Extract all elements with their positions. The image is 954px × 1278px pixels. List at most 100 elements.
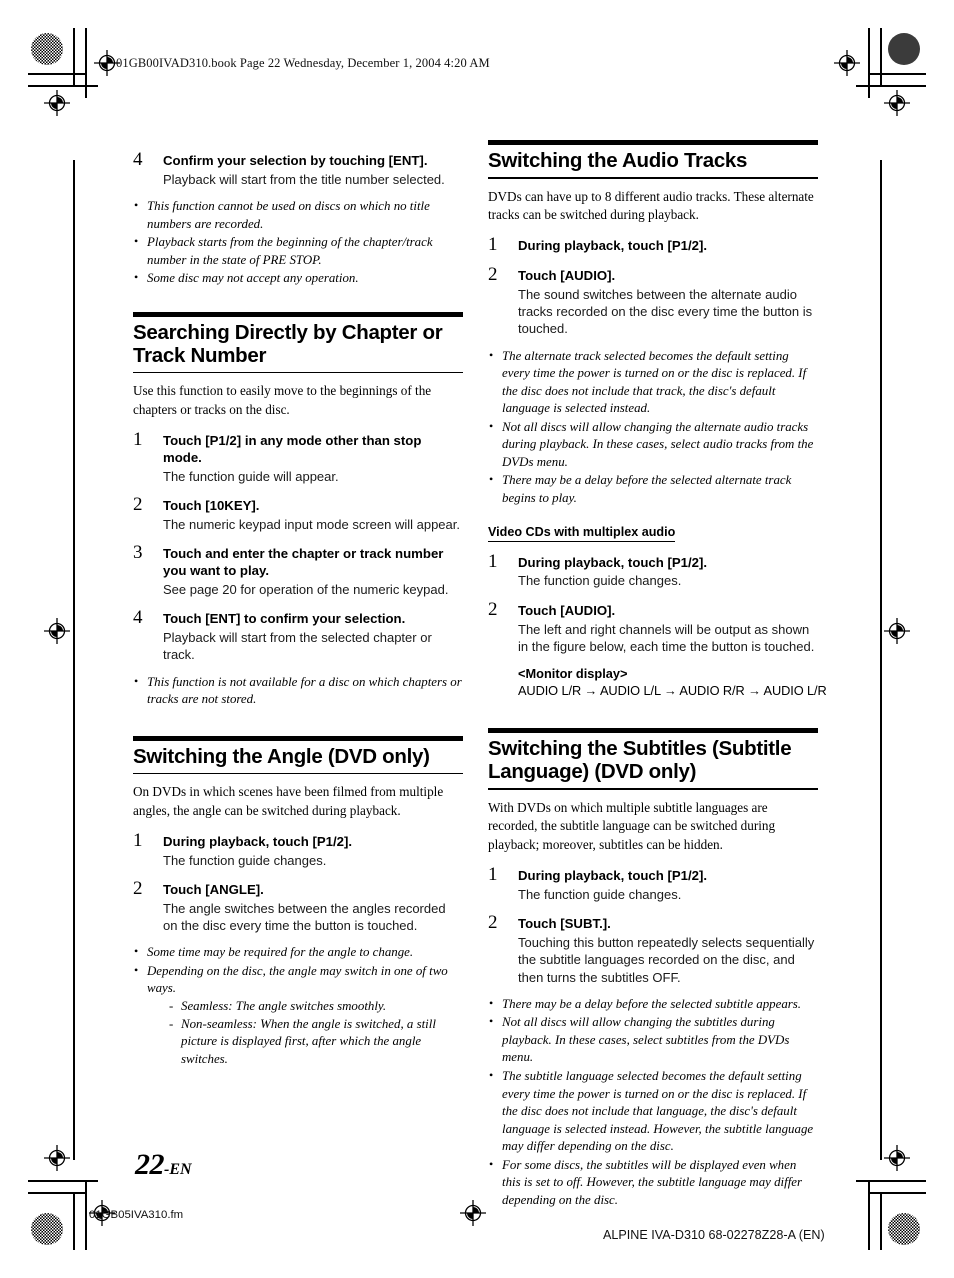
step-description: The function guide will appear.	[163, 468, 339, 484]
section-heading-audio: Switching the Audio Tracks	[488, 140, 818, 179]
note-item: Not all discs will allow changing the su…	[488, 1013, 818, 1067]
step-description: See page 20 for operation of the numeric…	[163, 581, 449, 597]
heading-rule-bottom	[488, 176, 818, 179]
note-item: This function is not available for a dis…	[133, 673, 463, 709]
step-title: During playback, touch [P1/2].	[518, 554, 708, 570]
step-title: Touch [AUDIO].	[518, 602, 616, 618]
notes-list: There may be a delay before the selected…	[488, 995, 818, 1210]
step-description: The sound switches between the alternate…	[518, 286, 813, 337]
halftone-density-dot	[31, 33, 63, 65]
section-title: Searching Directly by Chapter or Track N…	[133, 320, 443, 367]
subnote-item: Non-seamless: When the angle is switched…	[167, 1016, 463, 1069]
page-number: 22	[135, 1148, 165, 1181]
section-heading-subtitles: Switching the Subtitles (Subtitle Langua…	[488, 728, 818, 790]
step-title: During playback, touch [P1/2].	[163, 833, 353, 849]
step-description: The left and right channels will be outp…	[518, 621, 815, 654]
step-item: 2 Touch [SUBT.]. Touching this button re…	[488, 912, 818, 986]
step-title: Touch [P1/2] in any mode other than stop…	[163, 432, 422, 465]
halftone-density-dot	[31, 1213, 63, 1245]
heading-rule-bottom	[488, 788, 818, 790]
step-title: During playback, touch [P1/2].	[518, 238, 708, 254]
page-number-suffix: -EN	[164, 1161, 192, 1178]
footer-right-slug: ALPINE IVA-D310 68-02278Z28-A (EN)	[603, 1228, 825, 1242]
step-number: 4	[133, 149, 143, 170]
note-item: The subtitle language selected becomes t…	[488, 1067, 818, 1156]
step-item: 1 Touch [P1/2] in any mode other than st…	[133, 428, 463, 485]
step-item: 1 During playback, touch [P1/2]. The fun…	[488, 550, 818, 590]
step-number: 4	[133, 607, 143, 629]
step-item: 4 Confirm your selection by touching [EN…	[133, 149, 463, 188]
subsection-video-cd: Video CDs with multiplex audio 1 During …	[488, 509, 827, 698]
step-number: 1	[488, 550, 498, 572]
step-number: 2	[133, 493, 143, 515]
registration-mark	[460, 1200, 486, 1226]
step-number: 1	[133, 428, 143, 450]
header-slug: 01GB00IVAD310.book Page 22 Wednesday, De…	[116, 56, 490, 70]
step-title: Touch [10KEY].	[163, 497, 260, 513]
note-item: Playback starts from the beginning of th…	[133, 233, 463, 269]
solid-density-dot	[888, 33, 920, 65]
step-item: 4 Touch [ENT] to confirm your selection.…	[133, 607, 463, 663]
step-description: The function guide changes.	[518, 573, 682, 589]
step-description: The function guide changes.	[518, 886, 682, 902]
step-item: 2 Touch [AUDIO]. The left and right chan…	[488, 598, 827, 698]
step-number: 2	[488, 263, 498, 285]
notes-list: This function is not available for a dis…	[133, 673, 463, 709]
step-number: 1	[133, 829, 143, 851]
step-description: Touching this button repeatedly selects …	[518, 934, 815, 985]
subnotes-list: Seamless: The angle switches smoothly. N…	[147, 998, 463, 1068]
section-heading-angle: Switching the Angle (DVD only)	[133, 735, 463, 775]
step-item: 2 Touch [ANGLE]. The angle switches betw…	[133, 877, 463, 934]
step-title: Touch [SUBT.].	[518, 916, 611, 932]
halftone-density-dot	[888, 1213, 920, 1245]
registration-mark	[834, 50, 860, 76]
section-title: Switching the Subtitles (Subtitle Langua…	[488, 737, 792, 784]
step-number: 2	[133, 877, 143, 899]
section-intro: Use this function to easily move to the …	[133, 383, 432, 418]
registration-mark	[884, 618, 910, 644]
step-title: Touch [ANGLE].	[163, 881, 264, 897]
note-item: There may be a delay before the selected…	[488, 995, 818, 1014]
step-item: 1 During playback, touch [P1/2]. The fun…	[488, 863, 818, 903]
step-number: 2	[488, 598, 498, 620]
step-number: 1	[488, 234, 498, 256]
subsection-title: Video CDs with multiplex audio	[488, 525, 676, 542]
note-item: Some disc may not accept any operation.	[133, 269, 463, 288]
notes-list: The alternate track selected becomes the…	[488, 347, 818, 508]
right-column: Switching the Audio Tracks DVDs can have…	[488, 140, 827, 1210]
step-item: 1 During playback, touch [P1/2]. The fun…	[133, 829, 463, 869]
section-heading-search: Searching Directly by Chapter or Track N…	[133, 311, 463, 374]
registration-mark	[44, 618, 70, 644]
step-number: 2	[488, 912, 498, 934]
step-description: The function guide changes.	[163, 852, 327, 868]
step-description: Playback will start from the selected ch…	[163, 630, 432, 663]
step-description: The numeric keypad input mode screen wil…	[163, 516, 460, 532]
step-title: During playback, touch [P1/2].	[518, 867, 708, 883]
note-item: There may be a delay before the selected…	[488, 471, 818, 507]
note-item: The alternate track selected becomes the…	[488, 347, 818, 418]
note-item: Not all discs will allow changing the al…	[488, 418, 818, 472]
note-item: For some discs, the subtitles will be di…	[488, 1156, 818, 1210]
registration-mark	[884, 90, 910, 116]
step-description: The angle switches between the angles re…	[163, 900, 446, 934]
step-item: 3 Touch and enter the chapter or track n…	[133, 543, 463, 598]
subnote-item: Seamless: The angle switches smoothly.	[167, 998, 463, 1016]
footer-left-slug: 01GB05IVA310.fm	[89, 1209, 184, 1221]
note-item: This function cannot be used on discs on…	[133, 197, 463, 233]
section-title: Switching the Angle (DVD only)	[133, 744, 430, 768]
step-item: 1 During playback, touch [P1/2].	[488, 234, 818, 256]
section-intro: With DVDs on which multiple subtitle lan…	[488, 799, 776, 853]
step-title: Touch and enter the chapter or track num…	[163, 546, 444, 578]
note-item: Some time may be required for the angle …	[133, 943, 463, 962]
step-number: 1	[488, 863, 498, 885]
section-intro: On DVDs in which scenes have been filmed…	[133, 784, 444, 818]
registration-mark	[884, 1145, 910, 1171]
step-description: Playback will start from the title numbe…	[163, 171, 445, 187]
step-title: Confirm your selection by touching [ENT]…	[163, 153, 428, 168]
left-column: 4 Confirm your selection by touching [EN…	[133, 140, 463, 1069]
printed-page: 01GB00IVAD310.book Page 22 Wednesday, De…	[0, 0, 954, 1278]
notes-list: Some time may be required for the angle …	[133, 943, 463, 1068]
notes-list: This function cannot be used on discs on…	[133, 197, 463, 288]
section-title: Switching the Audio Tracks	[488, 149, 748, 172]
note-item: Depending on the disc, the angle may swi…	[133, 962, 463, 1068]
